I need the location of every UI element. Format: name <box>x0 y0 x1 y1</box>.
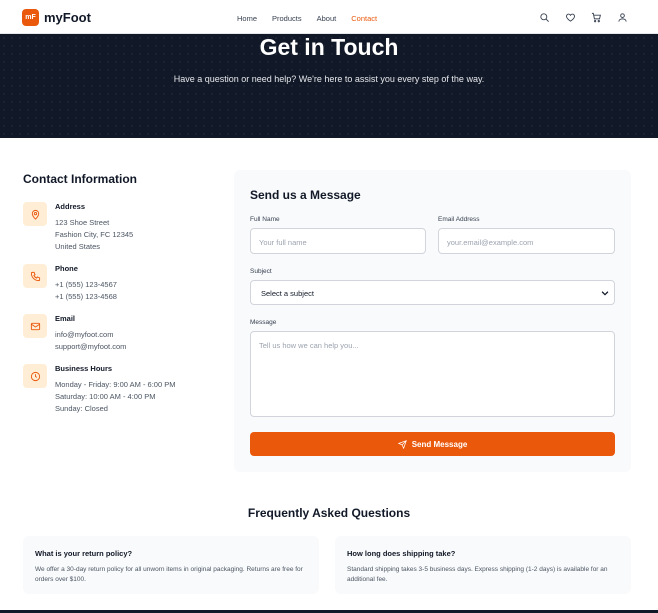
contact-item-label: Phone <box>55 264 78 273</box>
subject-select[interactable]: Select a subject <box>250 280 615 305</box>
brand-name[interactable]: myFoot <box>44 10 91 25</box>
email-link[interactable]: info@myfoot.com <box>55 330 113 339</box>
nav-link-contact[interactable]: Contact <box>351 14 377 23</box>
brand-logo-mark[interactable]: mF <box>22 9 39 26</box>
hours-line: Saturday: 10:00 AM - 4:00 PM <box>55 392 156 401</box>
phone-number[interactable]: +1 (555) 123-4568 <box>55 292 117 301</box>
faq-answer: We offer a 30-day return policy for all … <box>35 566 303 583</box>
full-name-input[interactable]: Your full name <box>250 228 426 254</box>
email-input[interactable]: your.email@example.com <box>438 228 615 254</box>
contact-item-label: Business Hours <box>55 364 113 373</box>
subject-select-value: Select a subject <box>261 289 314 298</box>
contact-item-label: Email <box>55 314 76 323</box>
faq-title: Frequently Asked Questions <box>247 506 411 520</box>
nav-link-about[interactable]: About <box>317 14 337 23</box>
faq-card: What is your return policy? We offer a 3… <box>23 536 319 594</box>
faq-question: How long does shipping take? <box>347 549 456 558</box>
full-name-label: Full Name <box>250 216 280 223</box>
contact-form: Send us a Message Full Name Your full na… <box>234 170 631 472</box>
faq-answer: Standard shipping takes 3-5 business day… <box>347 566 608 583</box>
phone-number[interactable]: +1 (555) 123-4567 <box>55 280 117 289</box>
faq-question: What is your return policy? <box>35 549 133 558</box>
hero-subtitle: Have a question or need help? We're here… <box>173 74 485 84</box>
send-icon <box>397 439 407 449</box>
address-line: Fashion City, FC 12345 <box>55 230 134 239</box>
nav-link-products[interactable]: Products <box>272 14 302 23</box>
hero-title: Get in Touch <box>259 34 399 60</box>
top-navbar: mF myFoot Home Products About Contact <box>0 0 658 34</box>
address-line: United States <box>55 242 101 251</box>
contact-item-label: Address <box>55 202 86 211</box>
phone-icon <box>23 264 47 288</box>
email-label: Email Address <box>438 216 480 223</box>
search-icon[interactable] <box>538 11 550 23</box>
nav-links: Home Products About Contact <box>237 14 392 23</box>
cart-icon[interactable] <box>590 11 602 23</box>
hours-line: Sunday: Closed <box>55 404 108 413</box>
chevron-down-icon <box>600 288 610 298</box>
hero-banner: Get in Touch Have a question or need hel… <box>0 34 658 138</box>
nav-link-home[interactable]: Home <box>237 14 257 23</box>
subject-label: Subject <box>250 268 272 275</box>
send-message-button[interactable]: Send Message <box>250 432 615 456</box>
map-pin-icon <box>23 202 47 226</box>
contact-info-title: Contact Information <box>23 172 137 186</box>
mail-icon <box>23 314 47 338</box>
send-message-label: Send Message <box>411 439 468 449</box>
clock-icon <box>23 364 47 388</box>
heart-icon[interactable] <box>564 11 576 23</box>
message-label: Message <box>250 319 277 326</box>
address-line: 123 Shoe Street <box>55 218 110 227</box>
email-link[interactable]: support@myfoot.com <box>55 342 126 351</box>
faq-card: How long does shipping take? Standard sh… <box>335 536 631 594</box>
form-title: Send us a Message <box>250 188 361 202</box>
nav-icons <box>538 11 642 23</box>
message-textarea[interactable]: Tell us how we can help you... <box>250 331 615 417</box>
user-icon[interactable] <box>616 11 628 23</box>
hours-line: Monday - Friday: 9:00 AM - 6:00 PM <box>55 380 176 389</box>
